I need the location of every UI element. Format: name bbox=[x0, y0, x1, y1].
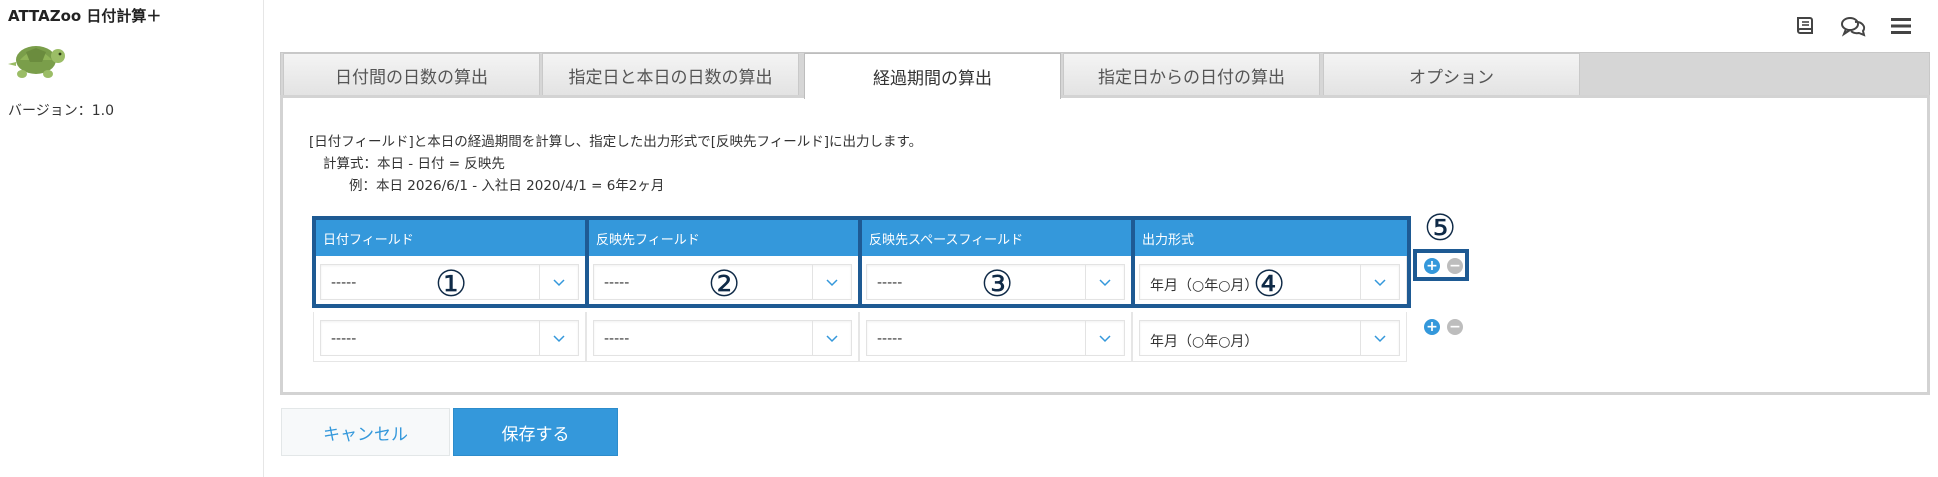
table-cell: ----- bbox=[859, 312, 1132, 362]
add-row-button[interactable]: + bbox=[1424, 319, 1440, 335]
table-cell: 年月（○年○月） bbox=[1132, 312, 1407, 362]
chevron-down-icon bbox=[1099, 335, 1111, 343]
chevron-down-icon bbox=[826, 335, 838, 343]
turtle-logo-icon bbox=[8, 46, 65, 78]
tab-days-between-dates[interactable]: 日付間の日数の算出 bbox=[283, 53, 540, 97]
table-cell: 年月（○年○月） bbox=[1132, 256, 1407, 306]
output-format-select[interactable]: 年月（○年○月） bbox=[1139, 264, 1400, 300]
output-format-select[interactable]: 年月（○年○月） bbox=[1139, 320, 1400, 356]
description-line: [日付フィールド]と本日の経過期間を計算し、指定した出力形式で[反映先フィールド… bbox=[309, 134, 923, 150]
header-output-format: 出力形式 bbox=[1135, 220, 1407, 256]
tab-options[interactable]: オプション bbox=[1323, 53, 1580, 97]
top-toolbar bbox=[1790, 12, 1916, 40]
add-row-button[interactable]: + bbox=[1424, 258, 1440, 274]
version-label: バージョン：1.0 bbox=[8, 103, 114, 119]
table-cell: ----- bbox=[313, 312, 586, 362]
chevron-down-icon bbox=[1374, 279, 1386, 287]
header-space-field: 反映先スペースフィールド bbox=[862, 220, 1132, 256]
target-field-select[interactable]: ----- bbox=[593, 264, 852, 300]
annotation-number: ⑤ bbox=[1424, 208, 1457, 249]
settings-panel: [日付フィールド]と本日の経過期間を計算し、指定した出力形式で[反映先フィールド… bbox=[280, 95, 1930, 395]
book-icon[interactable] bbox=[1790, 12, 1820, 40]
chevron-down-icon bbox=[826, 279, 838, 287]
table-cell: ----- bbox=[313, 256, 586, 306]
example-line: 例：本日 2026/6/1 - 入社日 2020/4/1 = 6年2ヶ月 bbox=[349, 178, 665, 194]
description: [日付フィールド]と本日の経過期間を計算し、指定した出力形式で[反映先フィールド… bbox=[309, 131, 922, 197]
app-title: ATTAZoo 日付計算＋ bbox=[8, 7, 162, 25]
remove-row-button[interactable]: − bbox=[1447, 258, 1463, 274]
tab-bar: 日付間の日数の算出 指定日と本日の日数の算出 経過期間の算出 指定日からの日付の… bbox=[280, 52, 1930, 99]
comments-icon[interactable] bbox=[1838, 12, 1868, 40]
tab-days-to-today[interactable]: 指定日と本日の日数の算出 bbox=[542, 53, 799, 97]
date-field-select[interactable]: ----- bbox=[320, 320, 579, 356]
chevron-down-icon bbox=[553, 335, 565, 343]
chevron-down-icon bbox=[1099, 279, 1111, 287]
menu-icon[interactable] bbox=[1886, 12, 1916, 40]
header-target-field: 反映先フィールド bbox=[589, 220, 859, 256]
space-field-select[interactable]: ----- bbox=[866, 264, 1125, 300]
chevron-down-icon bbox=[553, 279, 565, 287]
table-cell: ----- bbox=[586, 312, 859, 362]
remove-row-button[interactable]: − bbox=[1447, 319, 1463, 335]
table-cell: ----- bbox=[859, 256, 1132, 306]
target-field-select[interactable]: ----- bbox=[593, 320, 852, 356]
sidebar: ATTAZoo 日付計算＋ バージョン：1.0 bbox=[0, 0, 264, 477]
cancel-button[interactable]: キャンセル bbox=[281, 408, 450, 456]
tab-elapsed-period[interactable]: 経過期間の算出 bbox=[804, 53, 1061, 99]
space-field-select[interactable]: ----- bbox=[866, 320, 1125, 356]
save-button[interactable]: 保存する bbox=[453, 408, 618, 456]
tab-date-from-date[interactable]: 指定日からの日付の算出 bbox=[1063, 53, 1320, 97]
header-date-field: 日付フィールド bbox=[316, 220, 586, 256]
table-cell: ----- bbox=[586, 256, 859, 306]
date-field-select[interactable]: ----- bbox=[320, 264, 579, 300]
chevron-down-icon bbox=[1374, 335, 1386, 343]
formula-line: 計算式：本日 - 日付 = 反映先 bbox=[323, 156, 505, 172]
